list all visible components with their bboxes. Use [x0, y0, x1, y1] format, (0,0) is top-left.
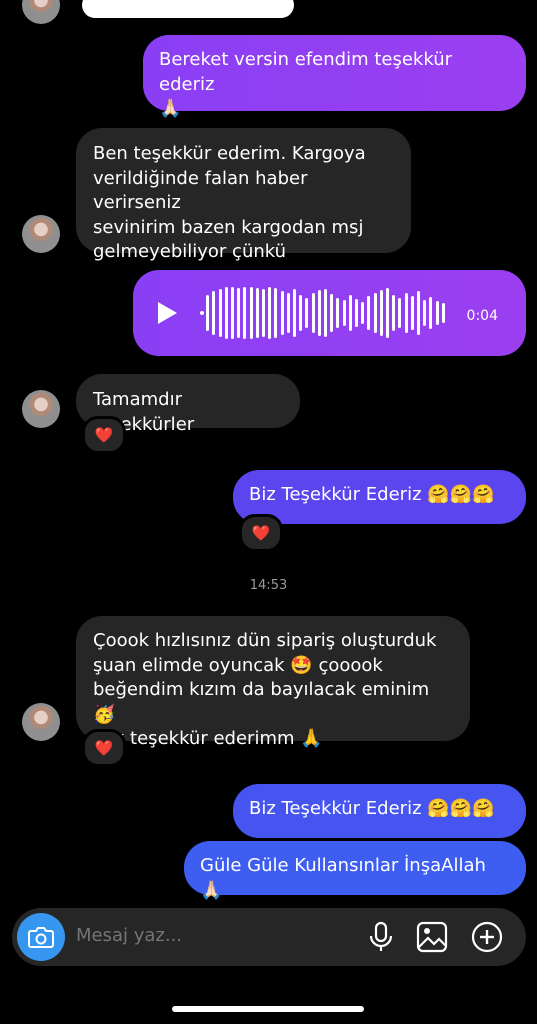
- waveform-bar: [441, 303, 445, 323]
- waveform-bar: [224, 287, 228, 339]
- waveform-bar: [410, 296, 414, 330]
- message-input[interactable]: [76, 925, 336, 946]
- waveform-bar: [200, 311, 204, 315]
- waveform-bar: [249, 287, 253, 339]
- avatar[interactable]: [22, 703, 60, 741]
- waveform-bar: [206, 295, 210, 331]
- heart-reaction[interactable]: ❤️: [239, 514, 283, 552]
- waveform-bar: [417, 291, 420, 335]
- add-icon[interactable]: [470, 920, 504, 954]
- waveform-bar: [311, 293, 315, 333]
- waveform-bar: [255, 288, 259, 338]
- message-timestamp: 14:53: [249, 578, 288, 593]
- avatar[interactable]: [22, 215, 60, 253]
- message-outgoing[interactable]: Biz Teşekkür Ederiz 🤗🤗🤗: [233, 470, 526, 524]
- waveform-bar: [286, 293, 290, 333]
- message-outgoing[interactable]: Biz Teşekkür Ederiz 🤗🤗🤗: [233, 784, 526, 838]
- waveform-bar: [317, 290, 321, 336]
- waveform-bar: [379, 290, 383, 336]
- camera-icon: [28, 927, 54, 948]
- waveform-bar: [268, 287, 272, 339]
- heart-reaction[interactable]: ❤️: [82, 416, 126, 454]
- message-incoming[interactable]: Ben teşekkür ederim. Kargoya verildiğind…: [76, 128, 411, 262]
- waveform-bar: [398, 298, 402, 328]
- waveform-bar: [330, 294, 334, 332]
- waveform-bar: [274, 288, 278, 338]
- waveform-bar: [262, 289, 265, 337]
- camera-button[interactable]: [17, 913, 65, 961]
- voice-duration: 0:04: [466, 308, 498, 324]
- microphone-icon[interactable]: [364, 920, 398, 954]
- waveform-bar: [392, 295, 396, 331]
- waveform-bar: [305, 298, 309, 328]
- waveform-bar: [423, 300, 427, 326]
- waveform-bar: [429, 297, 433, 329]
- waveform-bar: [355, 299, 358, 327]
- waveform-bar: [218, 289, 222, 337]
- waveform-bar: [324, 289, 327, 337]
- waveform-bar: [336, 298, 340, 328]
- waveform-bar: [404, 293, 408, 333]
- waveform-bar: [386, 288, 389, 338]
- previous-message-bubble: [82, 0, 294, 18]
- waveform-bar: [361, 302, 365, 324]
- message-outgoing[interactable]: Güle Güle Kullansınlar İnşaAllah 🙏🏻: [184, 841, 526, 901]
- waveform-bar: [280, 291, 284, 335]
- voice-waveform[interactable]: [200, 286, 452, 340]
- message-incoming[interactable]: Çoook hızlısınız dün sipariş oluşturduk …: [76, 616, 470, 749]
- waveform-bar: [243, 287, 247, 339]
- play-icon[interactable]: [155, 300, 179, 326]
- gallery-icon[interactable]: [415, 920, 449, 954]
- home-indicator: [172, 1006, 364, 1012]
- waveform-bar: [212, 291, 216, 335]
- waveform-bar: [373, 293, 377, 333]
- message-outgoing[interactable]: Bereket versin efendim teşekkür ederiz 🙏…: [143, 35, 526, 119]
- waveform-bar: [367, 296, 371, 330]
- avatar[interactable]: [22, 0, 60, 24]
- heart-reaction[interactable]: ❤️: [82, 729, 126, 767]
- waveform-bar: [348, 295, 352, 331]
- waveform-bar: [435, 301, 439, 325]
- message-composer: [12, 908, 526, 966]
- waveform-bar: [231, 287, 234, 339]
- waveform-bar: [299, 295, 303, 331]
- waveform-bar: [237, 288, 241, 338]
- waveform-bar: [342, 300, 346, 326]
- waveform-bar: [293, 289, 296, 337]
- avatar[interactable]: [22, 390, 60, 428]
